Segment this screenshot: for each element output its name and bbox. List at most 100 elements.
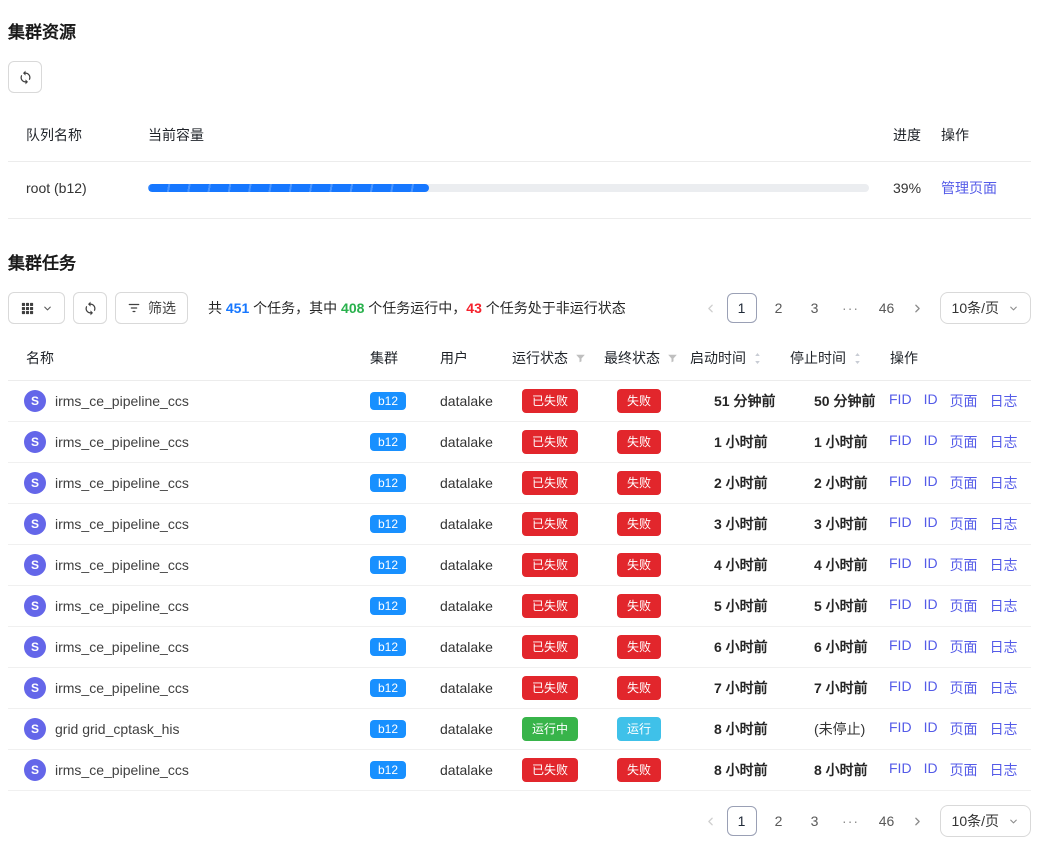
cluster-cell: b12: [362, 679, 432, 697]
final-status-cell: 运行: [596, 717, 682, 741]
action-fid[interactable]: FID: [889, 391, 912, 411]
page-size-select[interactable]: 10条/页: [940, 292, 1031, 324]
refresh-resources-button[interactable]: [8, 61, 42, 93]
page-size-value: 10条/页: [952, 298, 999, 318]
action-fid[interactable]: FID: [889, 678, 912, 698]
pagination-page-46[interactable]: 46: [873, 807, 901, 835]
action-id[interactable]: ID: [924, 473, 938, 493]
action-id[interactable]: ID: [924, 596, 938, 616]
pagination-page-46[interactable]: 46: [873, 294, 901, 322]
action-fid[interactable]: FID: [889, 760, 912, 780]
run-status-cell: 已失败: [504, 635, 596, 659]
action-log[interactable]: 日志: [990, 391, 1018, 411]
page-size-select[interactable]: 10条/页: [940, 805, 1031, 837]
column-header-start-time[interactable]: 启动时间: [682, 348, 782, 368]
action-id[interactable]: ID: [924, 678, 938, 698]
pagination-page-2[interactable]: 2: [765, 294, 793, 322]
action-log[interactable]: 日志: [990, 596, 1018, 616]
manage-page-link[interactable]: 管理页面: [941, 180, 997, 196]
final-status-cell: 失败: [596, 430, 682, 454]
start-time: 6 小时前: [682, 637, 782, 657]
action-id[interactable]: ID: [924, 391, 938, 411]
action-log[interactable]: 日志: [990, 473, 1018, 493]
stop-time: 8 小时前: [782, 760, 882, 780]
action-page[interactable]: 页面: [950, 514, 978, 534]
action-page[interactable]: 页面: [950, 596, 978, 616]
pagination-page-3[interactable]: 3: [801, 294, 829, 322]
cluster-resources-section: 集群资源 队列名称 当前容量 进度 操作 root (b12) 39% 管理页面: [8, 18, 1031, 219]
final-status-cell: 失败: [596, 676, 682, 700]
action-log[interactable]: 日志: [990, 514, 1018, 534]
column-header-final-status[interactable]: 最终状态: [596, 348, 682, 368]
start-time: 8 小时前: [682, 760, 782, 780]
pagination-next-button[interactable]: [909, 813, 926, 830]
filter-button[interactable]: 筛选: [115, 292, 188, 324]
cluster-badge: b12: [370, 761, 406, 779]
action-page[interactable]: 页面: [950, 391, 978, 411]
sorter-icon[interactable]: [852, 351, 863, 366]
action-fid[interactable]: FID: [889, 514, 912, 534]
filter-icon[interactable]: [574, 352, 587, 365]
action-page[interactable]: 页面: [950, 719, 978, 739]
task-user: datalake: [432, 516, 504, 532]
column-header-stop-time[interactable]: 停止时间: [782, 348, 882, 368]
pagination-page-1[interactable]: 1: [727, 293, 757, 323]
run-status-cell: 已失败: [504, 471, 596, 495]
run-status-badge: 已失败: [522, 553, 578, 577]
pagination-page-3[interactable]: 3: [801, 807, 829, 835]
pagination-page-1[interactable]: 1: [727, 806, 757, 836]
action-page[interactable]: 页面: [950, 760, 978, 780]
action-log[interactable]: 日志: [990, 719, 1018, 739]
page: 集群资源 队列名称 当前容量 进度 操作 root (b12) 39% 管理页面…: [8, 18, 1031, 837]
cluster-badge: b12: [370, 474, 406, 492]
action-id[interactable]: ID: [924, 432, 938, 452]
grid-icon: [20, 301, 35, 316]
action-page[interactable]: 页面: [950, 555, 978, 575]
action-page[interactable]: 页面: [950, 473, 978, 493]
table-row: Sirms_ce_pipeline_ccsb12datalake已失败失败2 小…: [8, 463, 1031, 504]
pagination-next-button[interactable]: [909, 300, 926, 317]
action-log[interactable]: 日志: [990, 760, 1018, 780]
resources-toolbar: [8, 61, 1031, 93]
pagination-ellipsis[interactable]: ···: [837, 294, 865, 322]
action-page[interactable]: 页面: [950, 432, 978, 452]
action-log[interactable]: 日志: [990, 432, 1018, 452]
action-fid[interactable]: FID: [889, 637, 912, 657]
action-fid[interactable]: FID: [889, 473, 912, 493]
pagination-page-2[interactable]: 2: [765, 807, 793, 835]
pagination-bottom: 123 ··· 46: [702, 806, 926, 836]
progress-percent: 39%: [877, 180, 939, 196]
stop-time: 6 小时前: [782, 637, 882, 657]
run-status-badge: 已失败: [522, 389, 578, 413]
action-log[interactable]: 日志: [990, 678, 1018, 698]
column-header-actions: 操作: [939, 125, 1031, 145]
action-id[interactable]: ID: [924, 719, 938, 739]
action-id[interactable]: ID: [924, 760, 938, 780]
action-id[interactable]: ID: [924, 555, 938, 575]
refresh-tasks-button[interactable]: [73, 292, 107, 324]
chevron-right-icon: [911, 815, 924, 828]
pagination-prev-button[interactable]: [702, 300, 719, 317]
task-name: irms_ce_pipeline_ccs: [55, 762, 189, 778]
action-log[interactable]: 日志: [990, 555, 1018, 575]
filter-icon[interactable]: [666, 352, 679, 365]
column-header-run-status[interactable]: 运行状态: [504, 348, 596, 368]
column-title: 操作: [890, 348, 918, 368]
sorter-icon[interactable]: [752, 351, 763, 366]
action-id[interactable]: ID: [924, 514, 938, 534]
action-id[interactable]: ID: [924, 637, 938, 657]
action-page[interactable]: 页面: [950, 637, 978, 657]
action-log[interactable]: 日志: [990, 637, 1018, 657]
stop-time: 1 小时前: [782, 432, 882, 452]
column-settings-button[interactable]: [8, 292, 65, 324]
final-status-cell: 失败: [596, 512, 682, 536]
action-fid[interactable]: FID: [889, 719, 912, 739]
final-status-cell: 失败: [596, 758, 682, 782]
pagination-ellipsis[interactable]: ···: [837, 807, 865, 835]
pagination-prev-button[interactable]: [702, 813, 719, 830]
table-row: Sirms_ce_pipeline_ccsb12datalake已失败失败51 …: [8, 381, 1031, 422]
action-fid[interactable]: FID: [889, 555, 912, 575]
action-fid[interactable]: FID: [889, 596, 912, 616]
action-page[interactable]: 页面: [950, 678, 978, 698]
action-fid[interactable]: FID: [889, 432, 912, 452]
